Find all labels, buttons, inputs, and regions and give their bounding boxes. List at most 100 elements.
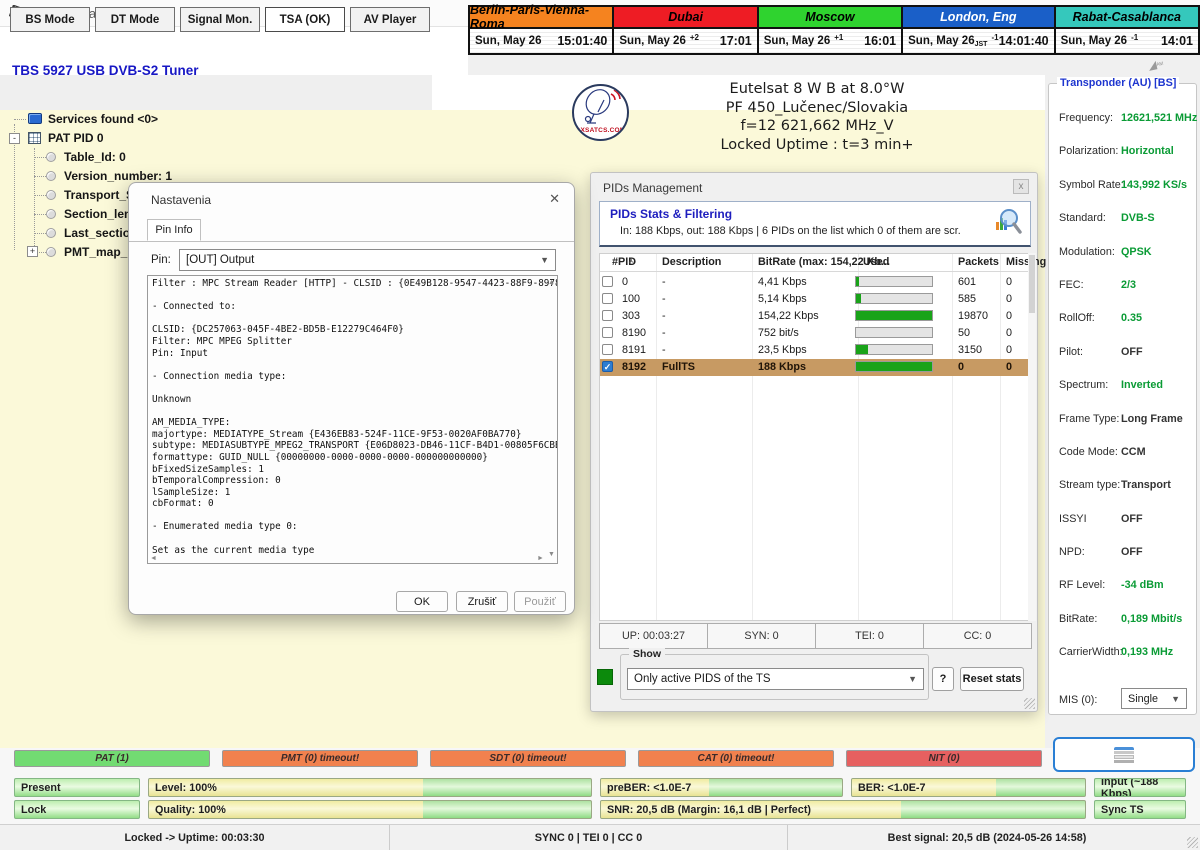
used-bar	[855, 327, 933, 338]
pid-checkbox[interactable]	[602, 276, 613, 287]
ok-button[interactable]: OK	[396, 591, 448, 612]
scroll-left-icon[interactable]: ◄	[150, 555, 157, 562]
show-filter-value: Only active PIDS of the TS	[634, 673, 771, 685]
pin-info-textarea[interactable]: Filter : MPC Stream Reader [HTTP] - CLSI…	[147, 275, 558, 564]
tp-row-bitrate: BitRate:0,189 Mbit/s	[1049, 609, 1196, 642]
reset-stats-button[interactable]: Reset stats	[960, 667, 1024, 691]
resize-grip[interactable]	[1024, 698, 1035, 709]
tab-av-player[interactable]: AV Player	[350, 7, 430, 32]
tp-row-npd: NPD:OFF	[1049, 542, 1196, 575]
tab-signal-mon[interactable]: Signal Mon.	[180, 7, 260, 32]
pid-checkbox[interactable]	[602, 344, 613, 355]
apply-button[interactable]: Použiť	[514, 591, 566, 612]
tree-connector	[14, 119, 26, 120]
stream-status-led	[597, 669, 613, 685]
tree-item-pat-pid[interactable]: PAT PID 0	[48, 131, 104, 145]
tree-connector	[34, 157, 46, 158]
tp-row-modulation: Modulation:QPSK	[1049, 242, 1196, 275]
clock-city-label: Moscow	[759, 7, 901, 29]
search-chart-icon[interactable]	[992, 206, 1022, 236]
mis-dropdown[interactable]: Single ▼	[1121, 688, 1187, 709]
expand-expander[interactable]: +	[27, 246, 38, 257]
col-packets[interactable]: Packets	[958, 256, 999, 268]
tree-connector	[34, 148, 35, 252]
col-used[interactable]: Used	[863, 256, 889, 268]
tab-pin-info[interactable]: Pin Info	[147, 219, 201, 241]
clock-time: 14:01	[1161, 34, 1193, 48]
clock-city-label: London, Eng	[903, 7, 1053, 29]
snr-bar: SNR: 20,5 dB (Margin: 16,1 dB | Perfect)	[600, 800, 1086, 819]
statusbar: Locked -> Uptime: 00:03:30 SYNC 0 | TEI …	[0, 824, 1200, 850]
window-resize-grip[interactable]	[1187, 837, 1198, 848]
pid-checkbox-checked[interactable]: ✓	[602, 361, 613, 372]
pid-checkbox[interactable]	[602, 293, 613, 304]
col-description[interactable]: Description	[662, 256, 721, 268]
location-line: PF 450_Lučenec/Slovakia	[600, 99, 1034, 118]
tree-connector	[34, 214, 46, 215]
clock-berlin: Berlin-Paris-Vienna-Roma Sun, May 26 15:…	[470, 7, 614, 53]
scroll-up-icon[interactable]: ▲	[548, 279, 555, 286]
pid-row[interactable]: 303 - 154,22 Kbps 19870 0	[600, 308, 1030, 325]
scrollbar-thumb[interactable]	[1029, 255, 1035, 313]
input-indicator: Input (~188 Kbps)	[1094, 778, 1186, 797]
scroll-right-icon[interactable]: ►	[537, 555, 544, 562]
pid-checkbox[interactable]	[602, 327, 613, 338]
pin-dropdown[interactable]: [OUT] Output ▼	[179, 249, 556, 271]
col-missing[interactable]: Missing	[1006, 256, 1046, 268]
pid-cell: 0	[622, 276, 628, 288]
pid-checkbox[interactable]	[602, 310, 613, 321]
close-icon[interactable]: x	[1013, 179, 1029, 194]
pids-scrollbar[interactable]	[1028, 253, 1036, 621]
pid-row[interactable]: 0 - 4,41 Kbps 601 0	[600, 274, 1030, 291]
desc-cell: -	[662, 310, 666, 322]
packets-cell: 585	[958, 293, 976, 305]
pid-row[interactable]: 100 - 5,14 Kbps 585 0	[600, 291, 1030, 308]
pmt-status-bar: PMT (0) timeout!	[222, 750, 418, 767]
show-label: Show	[629, 648, 665, 660]
frequency-line: f=12 621,662 MHz_V	[600, 117, 1034, 136]
clock-time: 16:01	[864, 34, 896, 48]
collapse-expander[interactable]: -	[9, 133, 20, 144]
missing-cell: 0	[1006, 310, 1012, 322]
clock-city-label: Berlin-Paris-Vienna-Roma	[470, 7, 612, 29]
tab-dt-mode[interactable]: DT Mode	[95, 7, 175, 32]
tp-row-issyi: ISSYIOFF	[1049, 509, 1196, 542]
nastavenia-dialog: Nastavenia ✕ Pin Info Pin: [OUT] Output …	[128, 182, 575, 615]
tree-item-services[interactable]: Services found <0>	[48, 112, 158, 126]
ts-stream-button[interactable]	[1053, 737, 1195, 772]
chevron-down-icon: ▼	[908, 674, 917, 684]
bullet-icon	[46, 190, 56, 200]
show-filter-dropdown[interactable]: Only active PIDS of the TS ▼	[627, 668, 924, 690]
pid-row[interactable]: 8191 - 23,5 Kbps 3150 0	[600, 342, 1030, 359]
close-icon[interactable]: ✕	[549, 191, 560, 207]
help-button[interactable]: ?	[932, 667, 954, 691]
clock-city-label: Rabat-Casablanca	[1056, 7, 1198, 29]
tp-row-stream-type: Stream type:Transport	[1049, 475, 1196, 508]
desc-cell: -	[662, 327, 666, 339]
bullet-icon	[46, 228, 56, 238]
tree-item-version[interactable]: Version_number: 1	[64, 169, 172, 183]
transponder-title: Transponder (AU) [BS]	[1057, 77, 1179, 89]
tab-tsa[interactable]: TSA (OK)	[265, 7, 345, 32]
stream-stack-icon	[1114, 747, 1134, 762]
tp-row-code-mode: Code Mode:CCM	[1049, 442, 1196, 475]
level-label: Level: 100%	[155, 782, 217, 794]
tree-item-table-id[interactable]: Table_Id: 0	[64, 150, 126, 164]
chevron-down-icon: ▼	[540, 255, 549, 265]
clock-date: Sun, May 26	[908, 35, 974, 47]
pids-table-header[interactable]: #PID ㅅ Description BitRate (max: 154,22 …	[600, 254, 1028, 272]
cancel-button[interactable]: Zrušiť	[456, 591, 508, 612]
missing-cell: 0	[1006, 276, 1012, 288]
uptime-line: Locked Uptime : t=3 min+	[600, 136, 1034, 155]
mis-row: MIS (0): Single ▼	[1049, 685, 1196, 715]
clock-rabat: Rabat-Casablanca Sun, May 26 -1 14:01	[1056, 7, 1198, 53]
scroll-down-icon[interactable]: ▼	[548, 551, 555, 558]
tab-bs-mode[interactable]: BS Mode	[10, 7, 90, 32]
clock-dst-note: JST	[975, 41, 988, 48]
signal-analyzer-window: Signal Analyzer Berlin-Paris-Vienna-Roma…	[0, 0, 1200, 850]
pid-row-selected[interactable]: ✓ 8192 FullTS 188 Kbps 0 0	[600, 359, 1030, 376]
uptime-stat: UP: 00:03:27	[599, 623, 708, 649]
quality-label: Quality: 100%	[155, 804, 226, 816]
packets-cell: 3150	[958, 344, 982, 356]
pid-row[interactable]: 8190 - 752 bit/s 50 0	[600, 325, 1030, 342]
